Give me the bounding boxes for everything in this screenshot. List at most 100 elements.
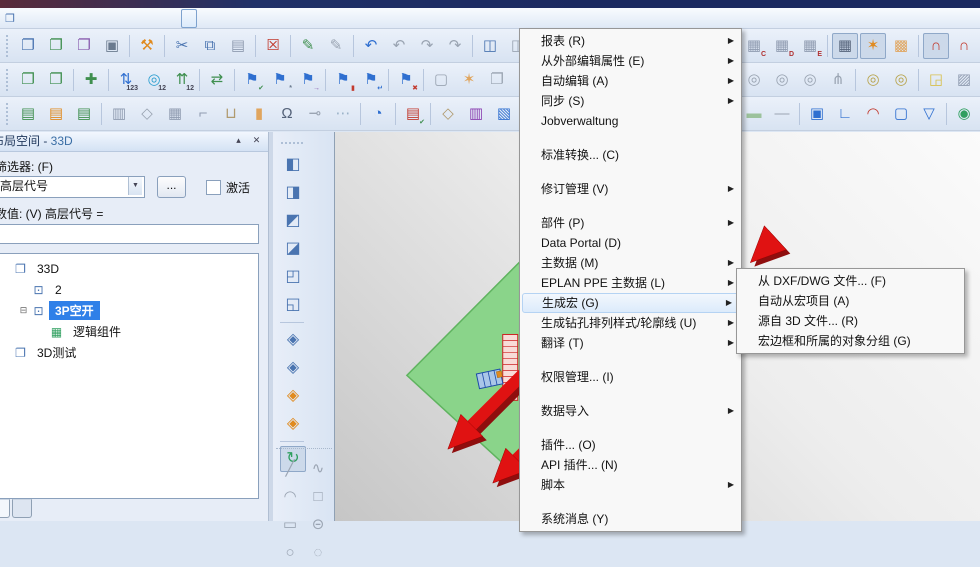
menu-project[interactable]	[19, 9, 35, 28]
draw-polyline-icon[interactable]: ∿	[305, 456, 331, 482]
check-log-icon[interactable]: ⚑▮	[330, 67, 356, 93]
dashed-line-icon[interactable]: ―	[769, 101, 795, 127]
redo-list-icon[interactable]: ↷	[442, 33, 468, 59]
flat-panel-icon[interactable]: ▬	[741, 101, 767, 127]
menu-layout-space[interactable]	[55, 9, 71, 28]
check-settings-icon[interactable]: ⚑*	[267, 67, 293, 93]
layout-space-navigator-icon[interactable]: ❐	[15, 67, 41, 93]
tree-expander-icon[interactable]: ⊟	[17, 305, 30, 316]
menu-item-generate-macros[interactable]: 生成宏 (G) ▶	[522, 293, 739, 313]
submenu-item-macro-box-object-grouping[interactable]: 宏边框和所属的对象分组 (G)	[738, 331, 963, 351]
submenu-item-auto-from-macro-project[interactable]: 自动从宏项目 (A)	[738, 291, 963, 311]
tab-tree[interactable]	[0, 499, 10, 518]
grid-toggle-icon[interactable]: ▦	[832, 33, 858, 59]
columns-icon[interactable]: ▥	[463, 101, 489, 127]
screws-icon[interactable]: ⋯	[330, 101, 356, 127]
view-iso-nw-icon[interactable]: ◈	[280, 411, 306, 437]
filter-combobox[interactable]: 高层代号	[0, 176, 145, 198]
menu-item-drill-pattern-contour[interactable]: 生成钻孔排列样式/轮廓线 (U) ▶	[521, 313, 740, 333]
print-icon[interactable]: ▣	[99, 33, 125, 59]
placement-pin-icon[interactable]: ◉	[951, 101, 977, 127]
check-remove-icon[interactable]: ⚑✖	[393, 67, 419, 93]
menu-item-api-addons[interactable]: API 插件... (N)	[521, 455, 740, 475]
renumber-icon[interactable]: ⇅123	[113, 67, 139, 93]
submenu-item-from-dxf-dwg-file[interactable]: 从 DXF/DWG 文件... (F)	[738, 271, 963, 291]
draw-line-icon[interactable]: ╱	[277, 456, 303, 482]
filter-frame-icon[interactable]: ▽	[916, 101, 942, 127]
menu-item-addons[interactable]: 插件... (O)	[521, 435, 740, 455]
window-corner-icon[interactable]: ◲	[923, 67, 949, 93]
filter-value-input[interactable]	[0, 224, 259, 244]
z-order-icon[interactable]: ▧	[491, 101, 517, 127]
layout-space-open-icon[interactable]: ❐	[43, 67, 69, 93]
wire-connector-icon[interactable]: ⊸	[302, 101, 328, 127]
grid-c-icon[interactable]: ▦C	[741, 33, 767, 59]
submenu-item-from-3d-file[interactable]: 源自 3D 文件... (R)	[738, 311, 963, 331]
grid-e-icon[interactable]: ▦E	[797, 33, 823, 59]
menu-find[interactable]	[145, 9, 161, 28]
insert-device-icon[interactable]: ◎	[769, 67, 795, 93]
activate-checkbox[interactable]	[206, 180, 221, 195]
star-tool-icon[interactable]: ✶	[456, 67, 482, 93]
pair-symbol2-icon[interactable]: ◎	[888, 67, 914, 93]
menu-item-edit-properties-external[interactable]: 从外部编辑属性 (E) ▶	[521, 51, 740, 71]
draw-slot-icon[interactable]: ⊝	[305, 512, 331, 538]
menu-item-system-messages[interactable]: 系统消息 (Y)	[521, 509, 740, 529]
split-window-icon[interactable]: ◫	[477, 33, 503, 59]
grid-d-icon[interactable]: ▦D	[769, 33, 795, 59]
check-forward-icon[interactable]: ⚑→	[295, 67, 321, 93]
menu-item-synchronize[interactable]: 同步 (S) ▶	[521, 91, 740, 111]
menu-item-eplan-ppe-master-data[interactable]: EPLAN PPE 主数据 (L) ▶	[521, 273, 740, 293]
synchronize-icon[interactable]: ⇄	[204, 67, 230, 93]
menu-item-translation[interactable]: 翻译 (T) ▶	[521, 333, 740, 353]
view-iso-se-icon[interactable]: ◈	[280, 327, 306, 353]
material-list-icon[interactable]: ▤	[71, 101, 97, 127]
draw-rounded-rect-icon[interactable]: ▭	[277, 512, 303, 538]
view-bottom-icon[interactable]: ◱	[280, 292, 306, 318]
view-front-icon[interactable]: ◧	[280, 152, 306, 178]
view-iso-ne-icon[interactable]: ◈	[280, 383, 306, 409]
panel-close-icon[interactable]	[249, 134, 264, 148]
snap-grid-icon[interactable]: ✶	[860, 33, 886, 59]
hatch-pattern-icon[interactable]: ▨	[951, 67, 977, 93]
tree-item-2[interactable]: ⊡ 2	[0, 279, 258, 300]
browse-button[interactable]: ...	[157, 176, 186, 198]
undo-list-icon[interactable]: ↶	[386, 33, 412, 59]
draw-rectangle-icon[interactable]: □	[305, 484, 331, 510]
view-top-icon[interactable]: ◰	[280, 264, 306, 290]
design-area-icon[interactable]: ▩	[888, 33, 914, 59]
menu-insert[interactable]	[109, 9, 125, 28]
close-window-icon[interactable]: ❐	[71, 33, 97, 59]
view-iso-sw-icon[interactable]: ◈	[280, 355, 306, 381]
tree-item-logic-component[interactable]: ▦ 逻辑组件	[0, 321, 258, 342]
base-angle-icon[interactable]: ∟	[832, 101, 858, 127]
menu-item-standard-conversion[interactable]: 标准转换... (C)	[521, 145, 740, 165]
check-apply-icon[interactable]: ⚑↵	[358, 67, 384, 93]
draw-arc-icon[interactable]: ◠	[277, 484, 303, 510]
omega-rail-icon[interactable]: Ω	[274, 101, 300, 127]
menu-edit[interactable]	[73, 9, 89, 28]
menu-item-data-portal[interactable]: Data Portal (D)	[521, 233, 740, 253]
bom-navigator-icon[interactable]: ▤	[43, 101, 69, 127]
u-profile-icon[interactable]: ⊔	[218, 101, 244, 127]
format-brush-disabled-icon[interactable]: ✎	[323, 33, 349, 59]
slab-3d-icon[interactable]: ◇	[134, 101, 160, 127]
cut-icon[interactable]: ✂	[169, 33, 195, 59]
menu-item-data-import[interactable]: 数据导入 ▶	[521, 401, 740, 421]
tree-item-33d[interactable]: ❐ 33D	[0, 258, 258, 279]
mounting-panel-icon[interactable]: ▦	[162, 101, 188, 127]
menu-help[interactable]	[217, 9, 233, 28]
pair-symbol-icon[interactable]: ◎	[860, 67, 886, 93]
menu-item-automated-editing[interactable]: 自动编辑 (A) ▶	[521, 71, 740, 91]
menu-item-scripts[interactable]: 脚本 ▶	[521, 475, 740, 495]
window-tool-icon[interactable]: ❐	[484, 67, 510, 93]
menu-item-revision-management[interactable]: 修订管理 (V) ▶	[521, 179, 740, 199]
bom-list-icon[interactable]: ▤	[15, 101, 41, 127]
object-snap-path-icon[interactable]: ∩	[951, 33, 977, 59]
insert-terminal-icon[interactable]: ◎	[797, 67, 823, 93]
menu-item-parts[interactable]: 部件 (P) ▶	[521, 213, 740, 233]
view-left-icon[interactable]: ◩	[280, 208, 306, 234]
rotate-pie-icon[interactable]: ◔	[365, 101, 391, 127]
film-strip-icon[interactable]: ▥	[106, 101, 132, 127]
new-window-icon[interactable]: ❐	[15, 33, 41, 59]
